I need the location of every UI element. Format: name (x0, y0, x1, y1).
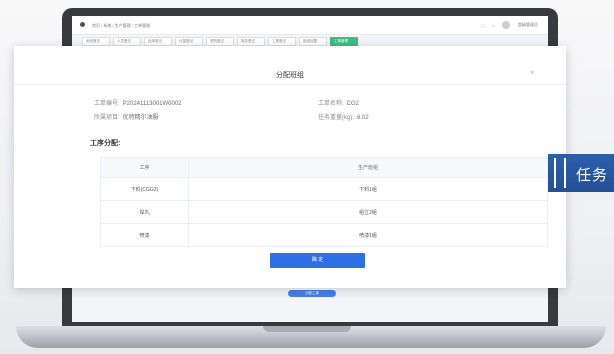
table-header-process: 工序 (100, 157, 189, 178)
process-cell: 焊丸 (100, 200, 189, 224)
badge-bars (554, 158, 566, 188)
confirm-button[interactable]: 确 定 (270, 253, 365, 268)
table-row: 下料(CGG3) 下料1组 (100, 177, 548, 201)
project-label: 所属项目: (94, 115, 120, 121)
dialog-divider (14, 84, 566, 85)
process-cell: 下料(CGG3) (100, 177, 189, 201)
team-cell[interactable]: 喷漆1组 (188, 223, 548, 247)
work-order-label: 工单编号: (94, 101, 120, 107)
project-field: 所属项目: 优特精尔油服 (94, 112, 159, 121)
weight-label: 任务重量(kg): (318, 115, 355, 121)
task-badge-label: 任务 (576, 167, 609, 184)
table-row: 焊丸 组立2组 (100, 200, 548, 224)
table-row: 喷漆 喷漆1组 (100, 223, 548, 247)
table-header-team: 生产班组 (188, 157, 548, 178)
table-header-row: 工序 生产班组 (100, 157, 548, 178)
work-name-value: CG2 (346, 101, 360, 107)
close-icon[interactable]: × (530, 68, 535, 77)
process-table: 工序 生产班组 下料(CGG3) 下料1组 焊丸 组立2组 喷漆 喷漆1组 (100, 157, 548, 247)
weight-field: 任务重量(kg): 6.02 (318, 112, 369, 121)
assign-team-dialog: 分配班组 × 工单编号: P20241113001W0002 工单名称: CG2 所… (14, 46, 566, 288)
work-name-label: 工单名称: (318, 101, 344, 107)
dialog-title: 分配班组 (276, 72, 304, 79)
team-cell[interactable]: 组立2组 (188, 200, 548, 224)
work-order-field: 工单编号: P20241113001W0002 (94, 98, 182, 107)
work-order-value: P20241113001W0002 (122, 101, 182, 107)
project-value: 优特精尔油服 (122, 115, 159, 121)
work-name-field: 工单名称: CG2 (318, 98, 359, 107)
weight-value: 6.02 (357, 115, 369, 121)
process-cell: 喷漆 (100, 223, 189, 247)
section-title: 工序分配: (90, 140, 121, 147)
team-cell[interactable]: 下料1组 (188, 177, 548, 201)
